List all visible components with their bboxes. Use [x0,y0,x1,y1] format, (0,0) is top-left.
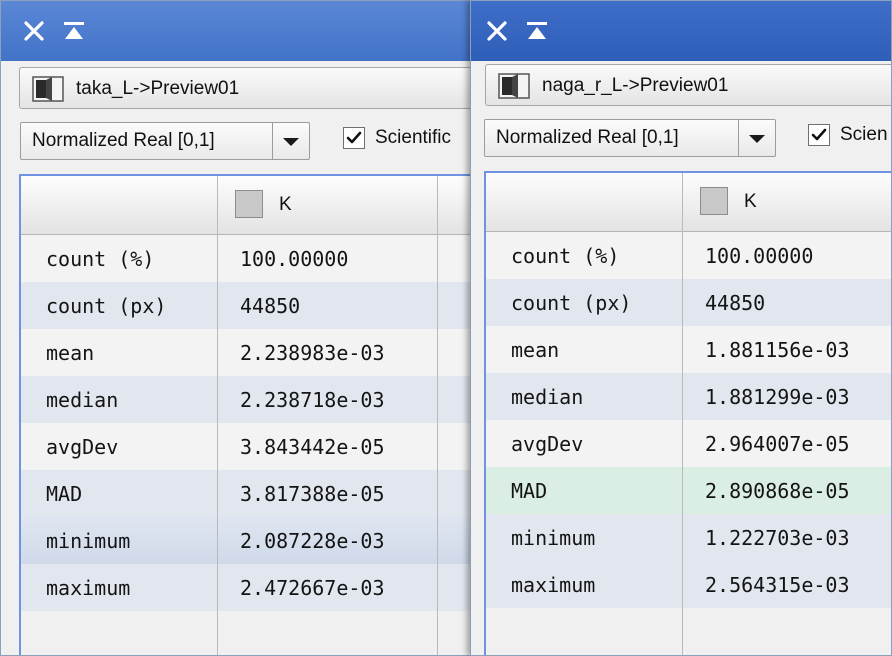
scientific-checkbox[interactable] [343,127,365,149]
row-value: 44850 [705,291,766,315]
table-row[interactable]: MAD 2.890868e-05 [486,467,891,514]
column-separator[interactable] [682,173,683,231]
column-separator [682,231,683,655]
row-value: 1.881156e-03 [705,338,850,362]
table-header: K [486,173,891,232]
row-label: mean [511,338,560,362]
channel-header: K [744,191,757,212]
table-row[interactable]: count (%) 100.00000 [21,235,473,282]
table-row[interactable]: minimum 1.222703e-03 [486,514,891,561]
table-row[interactable]: MAD 3.817388e-05 [21,470,473,517]
mode-select[interactable]: Normalized Real [0,1] [20,122,310,160]
table-row[interactable]: maximum 2.564315e-03 [486,561,891,608]
close-icon [487,21,507,41]
row-value: 2.238983e-03 [240,341,385,365]
row-label: mean [46,341,95,365]
scientific-label: Scientific [375,127,452,148]
column-separator[interactable] [217,176,218,234]
scientific-toggle[interactable]: Scientific [343,127,451,149]
row-label: median [511,385,584,409]
statistics-table: K count (%) 100.00000 count (px) 44850 m… [484,171,891,655]
table-row[interactable]: maximum 2.472667e-03 [21,564,473,611]
shade-button[interactable] [61,17,87,45]
row-value: 44850 [240,294,301,318]
chevron-down-icon [749,135,765,143]
row-label: count (%) [511,244,620,268]
row-value: 2.238718e-03 [240,388,385,412]
row-label: maximum [511,573,596,597]
mode-select-arrow[interactable] [272,123,309,159]
channel-color-swatch [235,190,263,218]
statistics-window-left: taka_L->Preview01 Normalized Real [0,1] … [0,0,474,656]
column-separator [217,234,218,655]
row-label: minimum [46,529,131,553]
table-row[interactable]: count (px) 44850 [21,282,473,329]
statistics-table: K count (%) 100.00000 count (px) 44850 m… [19,174,473,655]
table-row[interactable]: count (%) 100.00000 [486,232,891,279]
row-label: MAD [511,479,548,503]
row-label: minimum [511,526,596,550]
column-separator [437,234,438,655]
channel-header: K [279,194,292,215]
mode-select[interactable]: Normalized Real [0,1] [484,119,776,157]
table-row[interactable]: avgDev 3.843442e-05 [21,423,473,470]
view-label: naga_r_L->Preview01 [542,75,729,96]
view-icon [32,76,64,102]
row-value: 2.472667e-03 [240,576,385,600]
mode-select-value: Normalized Real [0,1] [496,127,679,148]
checkmark-icon [346,131,362,144]
table-row[interactable]: count (px) 44850 [486,279,891,326]
table-row[interactable]: median 1.881299e-03 [486,373,891,420]
table-row[interactable]: mean 2.238983e-03 [21,329,473,376]
table-row[interactable]: median 2.238718e-03 [21,376,473,423]
row-label: avgDev [46,435,119,459]
checkmark-icon [811,128,827,141]
view-icon [498,73,530,99]
row-label: count (px) [46,294,167,318]
row-value: 2.964007e-05 [705,432,850,456]
row-label: MAD [46,482,83,506]
table-row[interactable]: avgDev 2.964007e-05 [486,420,891,467]
channel-color-swatch [700,187,728,215]
shade-icon [527,22,547,39]
scientific-checkbox[interactable] [808,124,830,146]
view-selector[interactable]: naga_r_L->Preview01 [485,64,891,106]
row-value: 1.222703e-03 [705,526,850,550]
close-button[interactable] [484,17,510,45]
view-selector[interactable]: taka_L->Preview01 [19,67,473,109]
row-value: 2.564315e-03 [705,573,850,597]
row-value: 3.843442e-05 [240,435,385,459]
table-row[interactable]: mean 1.881156e-03 [486,326,891,373]
row-label: count (px) [511,291,632,315]
title-bar[interactable] [471,1,891,61]
mode-select-arrow[interactable] [738,120,775,156]
column-separator[interactable] [437,176,438,234]
row-label: median [46,388,119,412]
scientific-toggle[interactable]: Scien [808,124,888,146]
shade-icon [64,22,84,39]
row-value: 100.00000 [705,244,814,268]
shade-button[interactable] [524,17,550,45]
close-icon [24,21,44,41]
row-value: 2.087228e-03 [240,529,385,553]
row-value: 100.00000 [240,247,349,271]
mode-select-value: Normalized Real [0,1] [32,130,215,151]
table-header: K [21,176,473,235]
scientific-label: Scien [840,124,888,145]
row-value: 3.817388e-05 [240,482,385,506]
view-label: taka_L->Preview01 [76,78,240,99]
row-value: 2.890868e-05 [705,479,850,503]
table-row-selected[interactable]: minimum 2.087228e-03 [21,517,473,564]
row-label: count (%) [46,247,155,271]
statistics-window-right: naga_r_L->Preview01 Normalized Real [0,1… [470,0,892,656]
row-value: 1.881299e-03 [705,385,850,409]
close-button[interactable] [21,17,47,45]
title-bar[interactable] [1,1,473,61]
row-label: maximum [46,576,131,600]
chevron-down-icon [283,138,299,146]
row-label: avgDev [511,432,584,456]
